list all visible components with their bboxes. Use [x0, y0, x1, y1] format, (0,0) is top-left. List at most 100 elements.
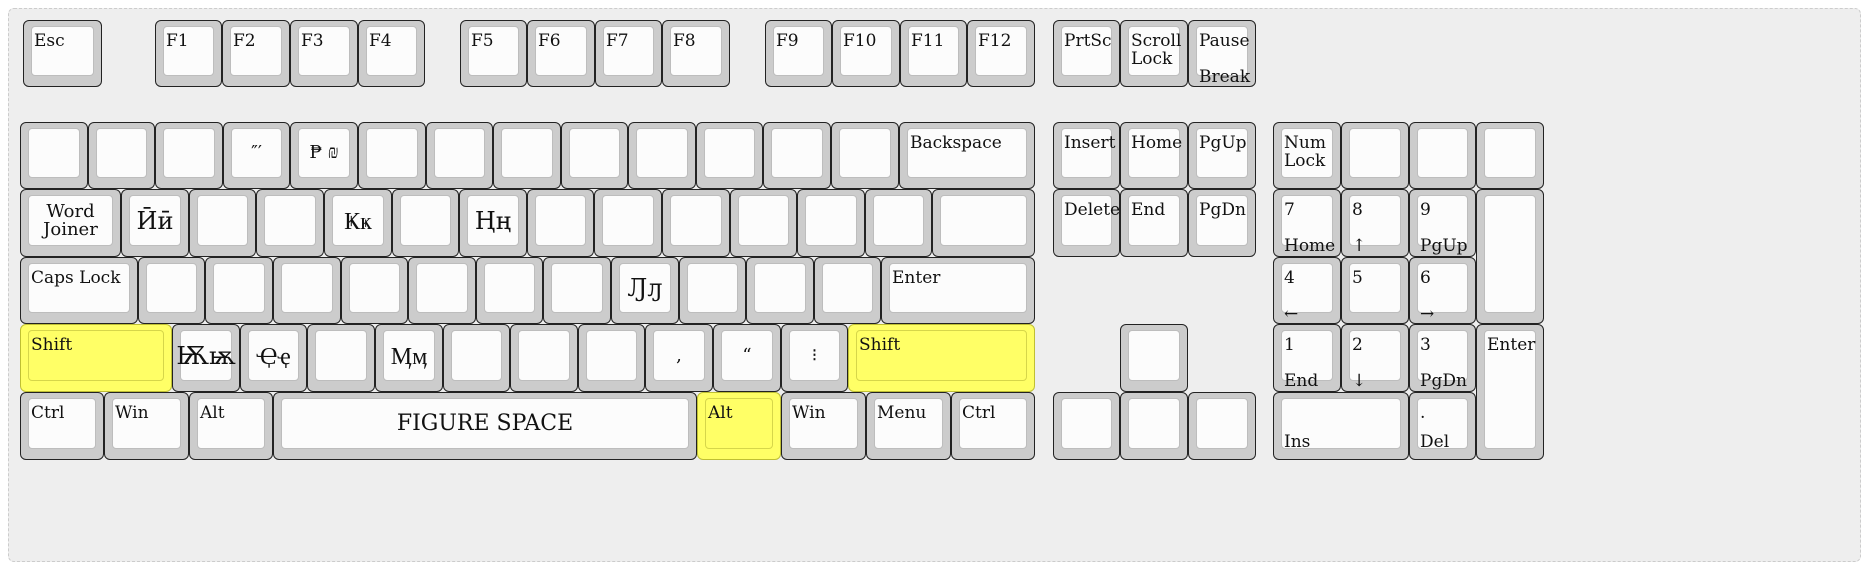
key-numpad-enter[interactable]: Enter [1476, 324, 1544, 460]
key-m[interactable] [578, 324, 645, 392]
key-backslash[interactable] [932, 189, 1035, 257]
key-r[interactable]: Ҝҝ [324, 189, 392, 257]
key-2[interactable] [155, 122, 223, 189]
key-menu[interactable]: Menu [866, 392, 951, 460]
key-d[interactable] [273, 257, 341, 324]
key-o[interactable] [662, 189, 730, 257]
key-pgdn[interactable]: PgDn [1188, 189, 1256, 257]
key-f11[interactable]: F11 [900, 20, 967, 87]
key-a[interactable] [138, 257, 205, 324]
key-delete[interactable]: Delete [1053, 189, 1120, 257]
key-q[interactable]: Ӣӣ [121, 189, 189, 257]
key-num-lock[interactable]: Num Lock [1273, 122, 1341, 189]
key-period[interactable]: “ [713, 324, 781, 392]
key-backquote[interactable] [20, 122, 88, 189]
key-f[interactable] [341, 257, 408, 324]
key-esc[interactable]: Esc [23, 20, 102, 87]
key-z[interactable]: Ѭѭ [172, 324, 240, 392]
key-bracket-left[interactable] [797, 189, 865, 257]
key-f9[interactable]: F9 [765, 20, 832, 87]
key-8[interactable] [561, 122, 628, 189]
key-9[interactable] [628, 122, 696, 189]
key-numpad-5[interactable]: 5 [1341, 257, 1409, 324]
key-u[interactable] [527, 189, 594, 257]
key-numpad-8[interactable]: 8 ↑ [1341, 189, 1409, 257]
key-numpad-4[interactable]: 4 ← [1273, 257, 1341, 324]
key-numpad-plus[interactable] [1476, 189, 1544, 324]
key-f5[interactable]: F5 [460, 20, 527, 87]
key-pgup[interactable]: PgUp [1188, 122, 1256, 189]
key-f3[interactable]: F3 [290, 20, 358, 87]
key-f1[interactable]: F1 [155, 20, 222, 87]
key-home[interactable]: Home [1120, 122, 1188, 189]
key-end[interactable]: End [1120, 189, 1188, 257]
key-f4[interactable]: F4 [358, 20, 425, 87]
key-5[interactable] [358, 122, 426, 189]
key-quote[interactable] [814, 257, 881, 324]
key-t[interactable] [392, 189, 459, 257]
key-y[interactable]: Ңң [459, 189, 527, 257]
key-pause-break[interactable]: Pause Break [1188, 20, 1256, 87]
key-shift-right[interactable]: Shift [848, 324, 1035, 392]
key-v[interactable]: Ӎӎ [375, 324, 443, 392]
key-prtsc[interactable]: PrtSc [1053, 20, 1120, 87]
key-3[interactable]: ″′ [223, 122, 290, 189]
key-backspace[interactable]: Backspace [899, 122, 1035, 189]
key-x[interactable]: Ҿҿ [240, 324, 307, 392]
key-numpad-3[interactable]: 3 PgDn [1409, 324, 1476, 392]
key-f6[interactable]: F6 [527, 20, 595, 87]
key-numpad-1[interactable]: 1 End [1273, 324, 1341, 392]
key-shift-left[interactable]: Shift [20, 324, 172, 392]
key-k[interactable]: Ԓԓ [611, 257, 679, 324]
key-tab-word-joiner[interactable]: Word Joiner [20, 189, 121, 257]
key-alt-left[interactable]: Alt [189, 392, 273, 460]
key-arrow-down[interactable] [1120, 392, 1188, 460]
key-insert[interactable]: Insert [1053, 122, 1120, 189]
key-l[interactable] [679, 257, 746, 324]
key-enter[interactable]: Enter [881, 257, 1035, 324]
key-arrow-up[interactable] [1120, 324, 1188, 392]
key-ctrl-left[interactable]: Ctrl [20, 392, 104, 460]
key-c[interactable] [307, 324, 375, 392]
key-win-left[interactable]: Win [104, 392, 189, 460]
key-b[interactable] [443, 324, 510, 392]
key-w[interactable] [189, 189, 256, 257]
key-bracket-right[interactable] [865, 189, 932, 257]
key-f8[interactable]: F8 [662, 20, 730, 87]
key-numpad-multiply[interactable] [1409, 122, 1476, 189]
key-numpad-decimal[interactable]: . Del [1409, 392, 1476, 460]
key-numpad-2[interactable]: 2 ↓ [1341, 324, 1409, 392]
key-f2[interactable]: F2 [222, 20, 290, 87]
key-f7[interactable]: F7 [595, 20, 662, 87]
key-s[interactable] [205, 257, 273, 324]
key-numpad-7[interactable]: 7 Home [1273, 189, 1341, 257]
key-f12[interactable]: F12 [967, 20, 1035, 87]
key-arrow-right[interactable] [1188, 392, 1256, 460]
key-arrow-left[interactable] [1053, 392, 1120, 460]
key-win-right[interactable]: Win [781, 392, 866, 460]
key-1[interactable] [88, 122, 155, 189]
key-alt-right[interactable]: Alt [697, 392, 781, 460]
key-space[interactable]: FIGURE SPACE [273, 392, 697, 460]
key-i[interactable] [594, 189, 662, 257]
key-f10[interactable]: F10 [832, 20, 900, 87]
key-ctrl-right[interactable]: Ctrl [951, 392, 1035, 460]
key-numpad-minus[interactable] [1476, 122, 1544, 189]
key-n[interactable] [510, 324, 578, 392]
key-4[interactable]: ₱ ₪ [290, 122, 358, 189]
key-equal[interactable] [831, 122, 899, 189]
key-h[interactable] [476, 257, 543, 324]
key-7[interactable] [493, 122, 561, 189]
key-j[interactable] [543, 257, 611, 324]
key-e[interactable] [256, 189, 324, 257]
key-6[interactable] [426, 122, 493, 189]
key-comma[interactable]: , [645, 324, 713, 392]
key-numpad-0[interactable]: Ins [1273, 392, 1409, 460]
key-g[interactable] [408, 257, 476, 324]
key-semicolon[interactable] [746, 257, 814, 324]
key-0[interactable] [696, 122, 763, 189]
key-numpad-divide[interactable] [1341, 122, 1409, 189]
key-minus[interactable] [763, 122, 831, 189]
key-numpad-6[interactable]: 6 → [1409, 257, 1476, 324]
key-scroll-lock[interactable]: Scroll Lock [1120, 20, 1188, 87]
